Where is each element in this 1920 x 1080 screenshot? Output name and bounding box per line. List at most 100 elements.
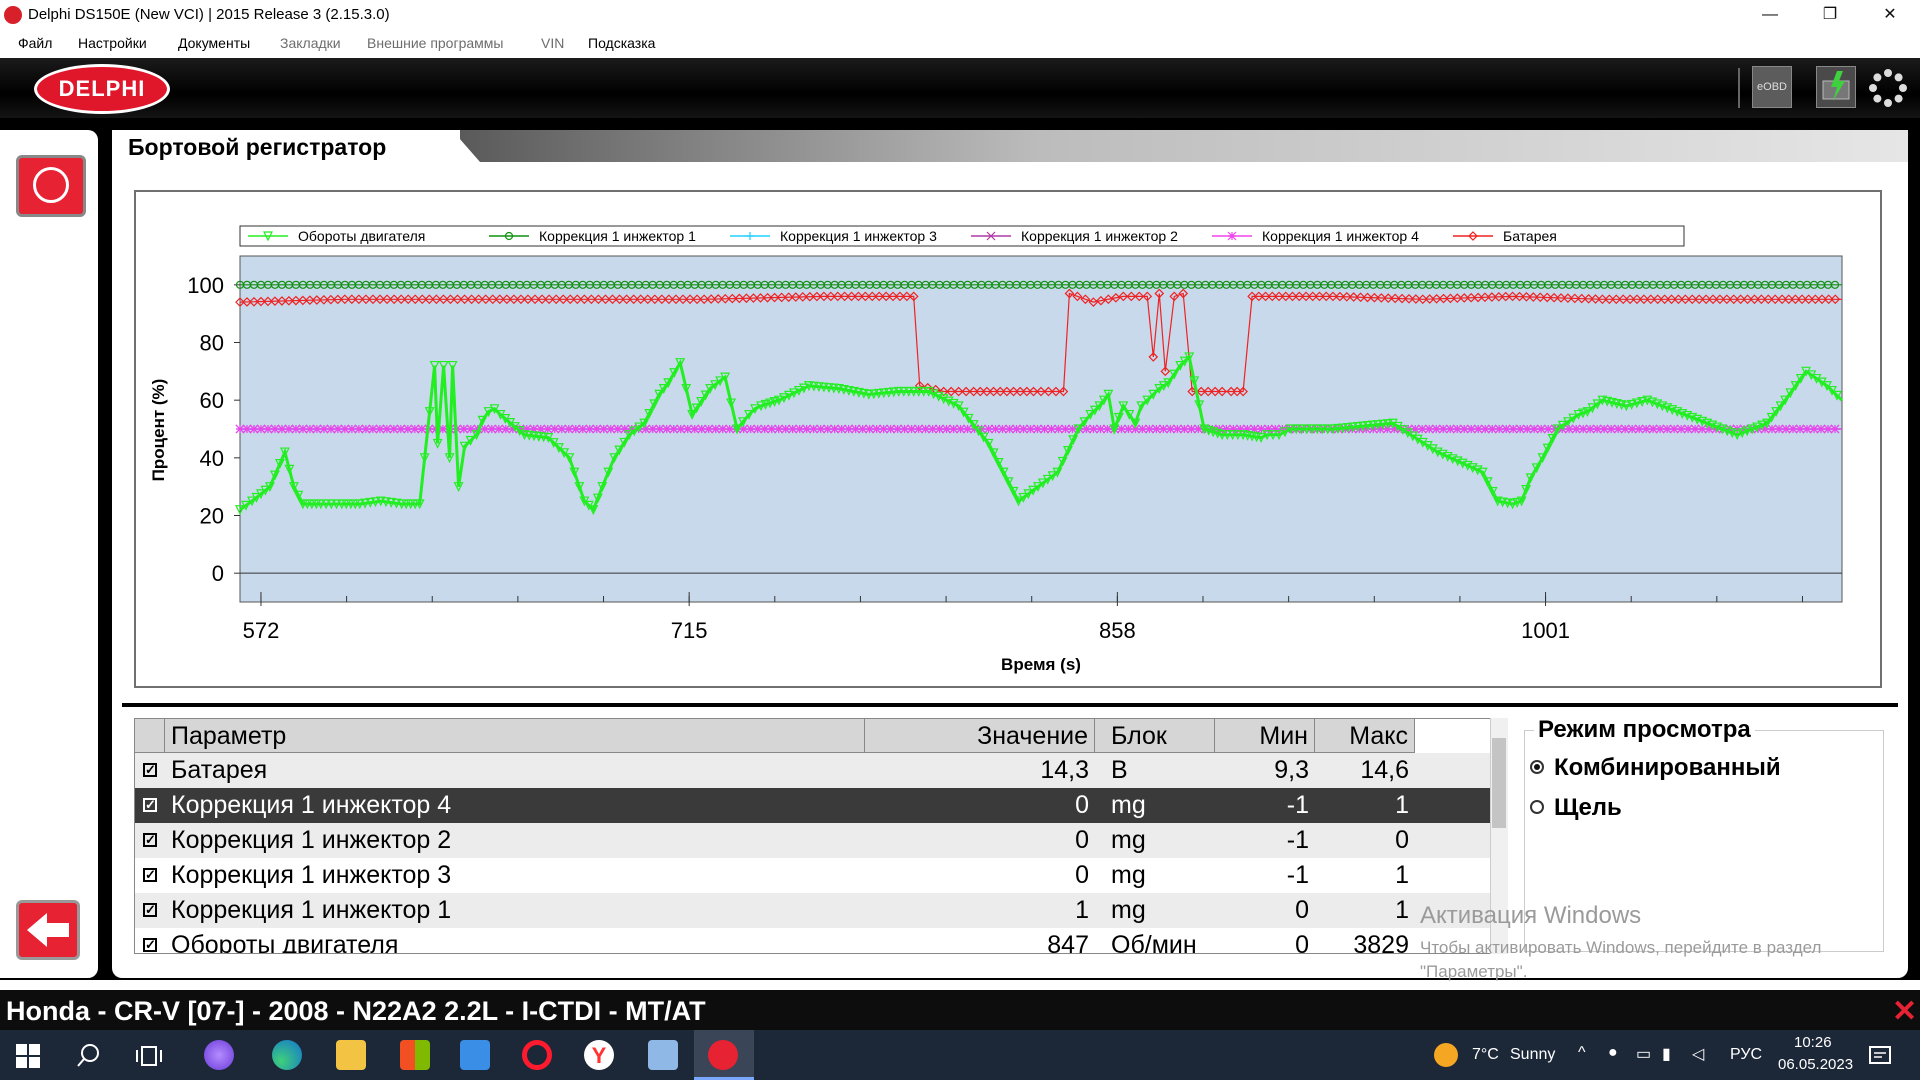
menu-vin[interactable]: VIN [541,35,564,51]
recorder-chart[interactable]: Обороты двигателя Коррекция 1 инжектор 1 К… [134,190,1882,688]
eobd-icon[interactable]: eOBD [1752,66,1792,108]
row-unit: В [1111,756,1128,784]
data-point [354,424,364,434]
data-point [872,424,882,434]
table-row[interactable]: ✓ Обороты двигателя 847 Об/мин 0 3829 [135,928,1507,954]
column-header-parameter[interactable]: Параметр [165,719,865,753]
data-point [1424,424,1434,434]
data-point [1515,424,1525,434]
yandex-browser-icon[interactable]: Y [584,1040,614,1070]
data-point [1012,424,1021,434]
data-point [746,424,756,434]
table-row[interactable]: ✓ Коррекция 1 инжектор 4 0 mg -1 1 [135,788,1507,823]
table-row[interactable]: ✓ Коррекция 1 инжектор 1 1 mg 0 1 [135,893,1507,928]
row-checkbox[interactable]: ✓ [143,938,157,952]
vci-battery-icon[interactable] [1816,66,1856,108]
menu-file[interactable]: Файл [18,35,52,51]
data-point [844,424,854,434]
search-icon[interactable] [76,1042,102,1068]
data-point [662,424,672,434]
activation-watermark-detail: Чтобы активировать Windows, перейдите в … [1420,936,1821,984]
column-header-max[interactable]: Макс [1315,719,1415,753]
back-arrow-icon [27,913,69,947]
input-language[interactable]: РУС [1730,1046,1762,1064]
legend-entry: Коррекция 1 инжектор 3 [780,228,937,244]
radio-combined[interactable] [1530,760,1544,774]
row-value: 0 [1075,826,1089,854]
data-point [1047,424,1056,434]
back-button[interactable] [16,900,80,960]
data-point [641,424,651,434]
row-value: 847 [1047,931,1089,954]
tray-chevron-up-icon[interactable]: ^ [1578,1044,1586,1062]
weather-temperature[interactable]: 7°C [1472,1046,1499,1064]
opera-browser-icon[interactable] [522,1040,552,1070]
minimize-button[interactable]: — [1740,0,1800,30]
notifications-icon[interactable] [1868,1044,1892,1068]
radio-gap[interactable] [1530,800,1544,814]
task-view-icon[interactable] [136,1044,162,1068]
data-point [291,424,301,434]
table-row[interactable]: ✓ Батарея 14,3 В 9,3 14,6 [135,753,1507,788]
battery-icon[interactable]: ▮ [1662,1044,1671,1064]
radio-combined-label[interactable]: Комбинированный [1554,754,1781,782]
row-checkbox[interactable]: ✓ [143,903,157,917]
windows-start-icon[interactable] [16,1044,40,1068]
row-checkbox[interactable]: ✓ [143,798,157,812]
radio-gap-label[interactable]: Щель [1554,794,1622,822]
alice-assistant-icon[interactable] [204,1040,234,1070]
data-point [1830,424,1840,434]
row-checkbox[interactable]: ✓ [143,763,157,777]
vehicle-close-icon[interactable]: ✕ [1892,994,1917,1029]
data-point [1033,424,1042,434]
connection-status-icon[interactable] [1868,68,1908,108]
y-tick-label: 0 [212,561,224,586]
row-checkbox[interactable]: ✓ [143,868,157,882]
weather-condition[interactable]: Sunny [1510,1046,1555,1064]
y-axis-label: Процент (%) [149,379,168,482]
data-point [1117,424,1126,434]
row-value: 1 [1075,896,1089,924]
data-point [648,424,658,434]
menu-external-programs[interactable]: Внешние программы [367,35,503,51]
data-point [564,424,574,434]
scrollbar-thumb[interactable] [1492,738,1506,828]
data-point [1676,424,1686,434]
network-app-icon[interactable] [648,1040,678,1070]
row-checkbox[interactable]: ✓ [143,833,157,847]
menu-settings[interactable]: Настройки [78,35,147,51]
file-explorer-icon[interactable] [336,1040,366,1070]
data-point [347,424,357,434]
row-parameter: Коррекция 1 инжектор 2 [171,826,452,854]
column-header-min[interactable]: Мин [1215,719,1315,753]
clock-time[interactable]: 10:26 [1794,1034,1832,1051]
data-point [326,424,336,434]
recorder-tool-button[interactable] [16,155,86,217]
edge-browser-icon[interactable] [272,1040,302,1070]
delphi-app-icon[interactable] [708,1040,738,1070]
column-header-value[interactable]: Значение [865,719,1095,753]
menu-documents[interactable]: Документы [178,35,250,51]
menu-bookmarks[interactable]: Закладки [280,35,341,51]
data-point [256,424,266,434]
menu-help[interactable]: Подсказка [588,35,655,51]
column-header-unit[interactable]: Блок [1095,719,1215,753]
data-point [1683,424,1693,434]
table-row[interactable]: ✓ Коррекция 1 инжектор 2 0 mg -1 0 [135,823,1507,858]
close-button[interactable]: ✕ [1860,0,1920,30]
table-row[interactable]: ✓ Коррекция 1 инжектор 3 0 mg -1 1 [135,858,1507,893]
data-point [1186,424,1196,434]
x-tick-label: 715 [671,618,708,643]
legend-marker [1227,231,1237,241]
volume-icon[interactable]: ◁ [1692,1044,1704,1064]
data-point [1571,424,1581,434]
weather-sun-icon[interactable] [1434,1043,1458,1067]
clock-date[interactable]: 06.05.2023 [1778,1056,1853,1073]
restore-button[interactable]: ❐ [1800,0,1860,30]
network-icon[interactable]: ▭ [1636,1044,1651,1064]
data-point [1026,424,1035,434]
store-icon[interactable] [400,1040,430,1070]
microphone-icon[interactable]: ● [1608,1044,1618,1062]
data-point [1089,424,1098,434]
mail-icon[interactable] [460,1040,490,1070]
